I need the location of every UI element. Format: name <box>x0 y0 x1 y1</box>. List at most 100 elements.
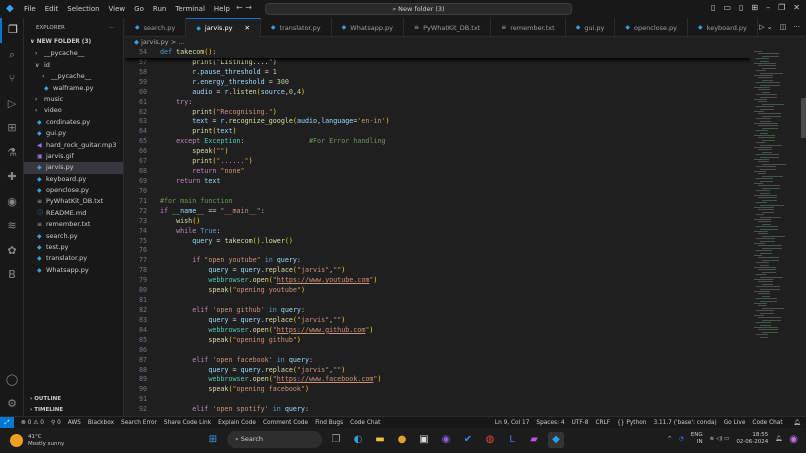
taskbar-search[interactable]: ⌕ Search <box>227 431 322 448</box>
file-tree-item[interactable]: ›music <box>24 94 123 105</box>
menu-go[interactable]: Go <box>134 5 144 13</box>
linkedin-icon[interactable]: L <box>504 432 520 448</box>
source-control-icon[interactable]: ⑂ <box>0 67 24 92</box>
file-tree-item[interactable]: ›__pycache__ <box>24 71 123 82</box>
breadcrumb-rest[interactable]: > ... <box>171 38 185 46</box>
tab-gui-py[interactable]: ◆gui.py <box>566 18 616 37</box>
breadcrumb-file[interactable]: jarvis.py <box>141 38 169 46</box>
toggle-panel-icon[interactable]: ▭ <box>723 3 731 12</box>
menu-run[interactable]: Run <box>153 5 166 13</box>
status-item[interactable]: CRLF <box>595 420 610 426</box>
status-search-error[interactable]: Search Error <box>121 420 157 426</box>
file-tree-item[interactable]: ∨id <box>24 60 123 71</box>
remote-icon[interactable]: ⤢ <box>0 417 14 429</box>
status-item[interactable]: {} Python <box>617 420 646 426</box>
status-blackbox[interactable]: Blackbox <box>88 420 114 426</box>
status-explain-code[interactable]: Explain Code <box>218 420 256 426</box>
file-tree-item[interactable]: ⓘREADME.md <box>24 208 123 219</box>
timeline-section[interactable]: › TIMELINE <box>24 405 124 416</box>
file-tree-item[interactable]: ›video <box>24 105 123 116</box>
file-tree-item[interactable]: ◆jarvis.py <box>24 162 123 173</box>
breadcrumb[interactable]: ◆ jarvis.py > ... <box>134 38 184 48</box>
status-item[interactable]: Go Live <box>724 420 746 426</box>
folder-root[interactable]: ∨ NEW FOLDER (3) <box>24 37 123 48</box>
status-code-chat[interactable]: Code Chat <box>350 420 380 426</box>
status-item[interactable]: Code Chat <box>752 420 782 426</box>
file-tree-item[interactable]: ◆test.py <box>24 242 123 253</box>
tab-whatsapp-py[interactable]: ◆Whatsapp.py <box>332 18 404 37</box>
file-tree-item[interactable]: ◆Whatsapp.py <box>24 265 123 276</box>
blackbox-icon[interactable]: B <box>0 263 24 288</box>
restore-button[interactable]: ❐ <box>778 3 785 12</box>
code-editor[interactable]: 54def takecom():57 print("Listning....")… <box>125 48 750 416</box>
vscode-taskbar-icon[interactable]: ◆ <box>548 432 564 448</box>
menu-terminal[interactable]: Terminal <box>175 5 205 13</box>
status-find-bugs[interactable]: Find Bugs <box>315 420 343 426</box>
tab-search-py[interactable]: ◆search.py <box>125 18 186 37</box>
wifi-volume-battery-icons[interactable]: ≋ ◁) ▭ <box>710 436 730 442</box>
file-tree-item[interactable]: ◆walframe.py <box>24 83 123 94</box>
status-aws[interactable]: AWS <box>68 420 81 426</box>
problems-status[interactable]: ⊗ 0 ⚠ 0 <box>21 420 44 426</box>
menu-file[interactable]: File <box>24 5 36 13</box>
file-tree-item[interactable]: ›__pycache__ <box>24 48 123 59</box>
file-tree-item[interactable]: ◀hard_rock_guitar.mp3 <box>24 140 123 151</box>
tab-jarvis-py[interactable]: ◆jarvis.py✕ <box>186 18 261 37</box>
toggle-secondary-sidebar-icon[interactable]: ▯ <box>739 3 743 12</box>
tab-translator-py[interactable]: ◆translator.py <box>261 18 332 37</box>
run-python-icon[interactable]: ▷ ⌄ <box>759 23 772 31</box>
status-share-code-link[interactable]: Share Code Link <box>164 420 211 426</box>
testing-icon[interactable]: ⚗ <box>0 141 24 166</box>
copilot-icon[interactable]: ◉ <box>438 432 454 448</box>
todo-icon[interactable]: ✔ <box>460 432 476 448</box>
tray-overflow-icon[interactable]: ^ <box>667 436 672 442</box>
file-tree-item[interactable]: ◆search.py <box>24 231 123 242</box>
tab-pywhatkit-db-txt[interactable]: ≡PyWhatKit_DB.txt <box>404 18 491 37</box>
menu-edit[interactable]: Edit <box>45 5 59 13</box>
menu-help[interactable]: Help <box>214 5 230 13</box>
file-tree-item[interactable]: ≡remember.txt <box>24 219 123 230</box>
split-editor-icon[interactable]: ◫ <box>780 23 787 31</box>
file-tree-item[interactable]: ◆openclose.py <box>24 185 123 196</box>
status-item[interactable]: 3.11.7 ('base': conda) <box>653 420 716 426</box>
menu-view[interactable]: View <box>109 5 126 13</box>
toggle-sidebar-icon[interactable]: ▯ <box>711 3 715 12</box>
status-item[interactable]: Ln 9, Col 17 <box>495 420 530 426</box>
status-item[interactable]: Spaces: 4 <box>536 420 564 426</box>
file-tree-item[interactable]: ◆cordinates.py <box>24 117 123 128</box>
store-icon[interactable]: ▣ <box>416 432 432 448</box>
tab-keyboard-py[interactable]: ◆keyboard.py <box>688 18 758 37</box>
edge-icon[interactable]: ◐ <box>350 432 366 448</box>
tray-app-icon[interactable]: ◔ <box>679 436 684 442</box>
file-tree-item[interactable]: ◆keyboard.py <box>24 174 123 185</box>
code-chat-icon[interactable]: ◉ <box>0 190 24 215</box>
file-explorer-icon[interactable]: ▬ <box>372 432 388 448</box>
aws-icon[interactable]: ≋ <box>0 214 24 239</box>
more-actions-icon[interactable]: ··· <box>109 25 114 31</box>
minimap[interactable] <box>750 48 806 416</box>
more-actions-icon[interactable]: ··· <box>793 23 800 31</box>
notification-bell-icon[interactable]: 🔔︎ <box>775 436 782 442</box>
tab-remember-txt[interactable]: ≡remember.txt <box>491 18 565 37</box>
file-tree-item[interactable]: ≡PyWhatKit_DB.txt <box>24 196 123 207</box>
chatgpt-icon[interactable]: ✿ <box>0 239 24 264</box>
extensions-icon[interactable]: ⊞ <box>0 116 24 141</box>
ports-status[interactable]: ⚲ 0 <box>51 420 61 426</box>
nav-arrows[interactable]: ← → <box>236 3 252 12</box>
minimap-slider[interactable] <box>801 98 806 138</box>
file-tree-item[interactable]: ▣jarvis.gif <box>24 151 123 162</box>
notifications-icon[interactable]: 🔔︎ <box>794 420 801 426</box>
menu-selection[interactable]: Selection <box>67 5 99 13</box>
python-icon[interactable]: ✚ <box>0 165 24 190</box>
clipchamp-icon[interactable]: ▰ <box>526 432 542 448</box>
tab-openclose-py[interactable]: ◆openclose.py <box>615 18 688 37</box>
settings-gear-icon[interactable]: ⚙ <box>0 392 24 417</box>
search-icon[interactable]: ⌕ <box>0 43 24 68</box>
task-view-icon[interactable]: ❐ <box>328 432 344 448</box>
explorer-icon[interactable]: ❐ <box>0 18 24 43</box>
file-tree-item[interactable]: ◆gui.py <box>24 128 123 139</box>
copilot-tray-icon[interactable]: ◉ <box>789 434 798 445</box>
outline-section[interactable]: › OUTLINE <box>24 394 124 405</box>
command-center-search[interactable]: ⌕ New folder (3) <box>265 3 572 15</box>
status-comment-code[interactable]: Comment Code <box>263 420 308 426</box>
